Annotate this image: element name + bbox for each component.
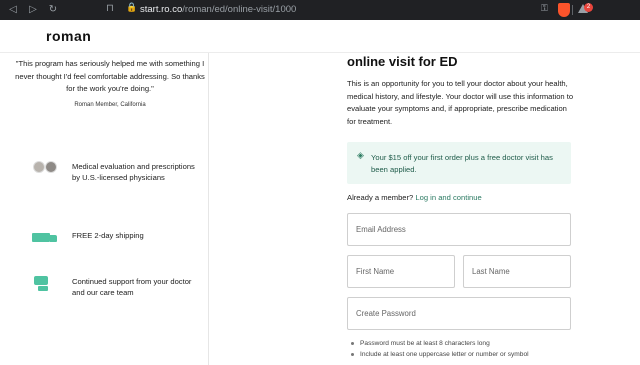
doctors-icon: [30, 161, 60, 177]
testimonial-author: Roman Member, California: [74, 102, 146, 108]
page: roman "This program has seriously helped…: [0, 20, 640, 365]
promo-text: Your $15 off your first order plus a fre…: [371, 153, 553, 174]
password-rule: Include at least one uppercase letter or…: [351, 351, 529, 358]
back-icon[interactable]: ◁: [6, 3, 20, 17]
address-bar[interactable]: start.ro.co/roman/ed/online-visit/1000: [140, 4, 296, 15]
bookmark-icon[interactable]: ⊓: [106, 3, 116, 15]
first-name-field-wrapper: [347, 255, 455, 288]
testimonial-quote: "This program has seriously helped me wi…: [15, 59, 205, 93]
key-icon[interactable]: ⚿: [541, 4, 553, 16]
login-link[interactable]: Log in and continue: [415, 193, 481, 202]
toolbar-divider: [572, 5, 573, 15]
promo-banner: ◈ Your $15 off your first order plus a f…: [347, 142, 571, 184]
brave-shield-icon[interactable]: [558, 3, 570, 17]
password-field-wrapper: [347, 297, 571, 330]
feature-support: Continued support from your doctor and o…: [30, 276, 202, 298]
page-title: online visit for ED: [347, 54, 458, 69]
column-divider: [208, 53, 209, 365]
feature-text: Medical evaluation and prescriptions by …: [72, 162, 195, 182]
roman-logo[interactable]: roman: [46, 28, 91, 44]
email-field-wrapper: [347, 213, 571, 246]
member-prompt: Already a member? Log in and continue: [347, 193, 482, 202]
chat-icon: [30, 276, 60, 292]
truck-icon: [30, 230, 60, 246]
chat-bubble: [34, 276, 48, 285]
password-field[interactable]: [348, 298, 570, 329]
doctor-avatar: [33, 161, 45, 173]
tag-icon: ◈: [357, 151, 364, 161]
last-name-field-wrapper: [463, 255, 571, 288]
doctor-avatar: [45, 161, 57, 173]
feature-text: Continued support from your doctor and o…: [72, 277, 192, 297]
reload-icon[interactable]: ↻: [46, 3, 60, 17]
password-rule: Password must be at least 8 characters l…: [351, 340, 490, 347]
url-path: /roman/ed/online-visit/1000: [182, 4, 297, 15]
feature-medical-evaluation: Medical evaluation and prescriptions by …: [30, 161, 202, 183]
truck-body: [32, 233, 50, 242]
forward-icon[interactable]: ▷: [26, 3, 40, 17]
first-name-field[interactable]: [348, 256, 454, 287]
rewards-badge: 2: [584, 3, 593, 12]
last-name-field[interactable]: [464, 256, 570, 287]
truck-cab: [50, 235, 57, 242]
lock-icon[interactable]: 🔒: [126, 3, 137, 15]
chat-bubble: [38, 286, 48, 291]
feature-shipping: FREE 2-day shipping: [30, 230, 202, 246]
member-text: Already a member?: [347, 193, 414, 202]
browser-toolbar: ◁ ▷ ↻ ⊓ 🔒 start.ro.co/roman/ed/online-vi…: [0, 0, 640, 20]
email-field[interactable]: [348, 214, 570, 245]
url-host: start.ro.co: [140, 4, 183, 15]
feature-text: FREE 2-day shipping: [72, 231, 144, 240]
intro-text: This is an opportunity for you to tell y…: [347, 79, 574, 127]
header-divider: [0, 52, 640, 53]
